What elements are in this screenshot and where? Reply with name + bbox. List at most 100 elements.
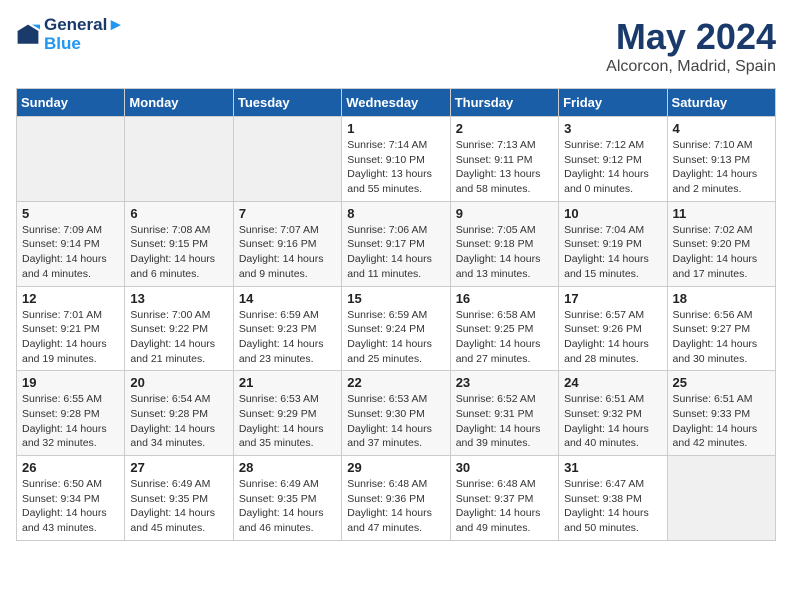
day-info: Sunrise: 7:08 AMSunset: 9:15 PMDaylight:…	[130, 223, 227, 282]
day-info: Sunrise: 6:52 AMSunset: 9:31 PMDaylight:…	[456, 392, 553, 451]
day-number: 1	[347, 121, 444, 136]
day-number: 16	[456, 291, 553, 306]
calendar-cell: 3 Sunrise: 7:12 AMSunset: 9:12 PMDaylight…	[559, 117, 667, 202]
day-info: Sunrise: 6:59 AMSunset: 9:24 PMDaylight:…	[347, 308, 444, 367]
day-number: 19	[22, 375, 119, 390]
calendar-cell: 11 Sunrise: 7:02 AMSunset: 9:20 PMDayligh…	[667, 201, 775, 286]
day-info: Sunrise: 6:56 AMSunset: 9:27 PMDaylight:…	[673, 308, 770, 367]
day-number: 26	[22, 460, 119, 475]
calendar-cell: 31 Sunrise: 6:47 AMSunset: 9:38 PMDayligh…	[559, 456, 667, 541]
day-number: 31	[564, 460, 661, 475]
weekday-header-sunday: Sunday	[17, 89, 125, 117]
day-number: 28	[239, 460, 336, 475]
calendar-cell: 18 Sunrise: 6:56 AMSunset: 9:27 PMDayligh…	[667, 286, 775, 371]
logo-text-line1: General►	[44, 16, 124, 35]
calendar-cell: 5 Sunrise: 7:09 AMSunset: 9:14 PMDaylight…	[17, 201, 125, 286]
calendar-cell: 7 Sunrise: 7:07 AMSunset: 9:16 PMDaylight…	[233, 201, 341, 286]
day-number: 24	[564, 375, 661, 390]
calendar-cell: 25 Sunrise: 6:51 AMSunset: 9:33 PMDayligh…	[667, 371, 775, 456]
logo-icon	[16, 23, 40, 47]
weekday-header-saturday: Saturday	[667, 89, 775, 117]
logo: General► Blue	[16, 16, 124, 53]
day-number: 11	[673, 206, 770, 221]
calendar-cell: 17 Sunrise: 6:57 AMSunset: 9:26 PMDayligh…	[559, 286, 667, 371]
day-number: 5	[22, 206, 119, 221]
logo-text-line2: Blue	[44, 35, 124, 54]
calendar-cell: 12Sunrise: 7:01 AMSunset: 9:21 PMDayligh…	[17, 286, 125, 371]
day-info: Sunrise: 6:50 AMSunset: 9:34 PMDaylight:…	[22, 477, 119, 536]
calendar-cell: 26 Sunrise: 6:50 AMSunset: 9:34 PMDayligh…	[17, 456, 125, 541]
calendar-table: SundayMondayTuesdayWednesdayThursdayFrid…	[16, 88, 776, 541]
day-number: 2	[456, 121, 553, 136]
calendar-cell: 21 Sunrise: 6:53 AMSunset: 9:29 PMDayligh…	[233, 371, 341, 456]
day-info: Sunrise: 6:48 AMSunset: 9:37 PMDaylight:…	[456, 477, 553, 536]
calendar-week-4: 19 Sunrise: 6:55 AMSunset: 9:28 PMDayligh…	[17, 371, 776, 456]
calendar-cell: 24 Sunrise: 6:51 AMSunset: 9:32 PMDayligh…	[559, 371, 667, 456]
day-number: 21	[239, 375, 336, 390]
day-number: 17	[564, 291, 661, 306]
weekday-header-tuesday: Tuesday	[233, 89, 341, 117]
calendar-cell: 30Sunrise: 6:48 AMSunset: 9:37 PMDayligh…	[450, 456, 558, 541]
calendar-cell	[233, 117, 341, 202]
day-info: Sunrise: 7:00 AMSunset: 9:22 PMDaylight:…	[130, 308, 227, 367]
calendar-cell: 1 Sunrise: 7:14 AMSunset: 9:10 PMDaylight…	[342, 117, 450, 202]
calendar-week-5: 26 Sunrise: 6:50 AMSunset: 9:34 PMDayligh…	[17, 456, 776, 541]
calendar-cell: 20 Sunrise: 6:54 AMSunset: 9:28 PMDayligh…	[125, 371, 233, 456]
day-number: 6	[130, 206, 227, 221]
calendar-cell: 10 Sunrise: 7:04 AMSunset: 9:19 PMDayligh…	[559, 201, 667, 286]
day-info: Sunrise: 7:12 AMSunset: 9:12 PMDaylight:…	[564, 138, 661, 197]
calendar-cell	[17, 117, 125, 202]
day-info: Sunrise: 7:06 AMSunset: 9:17 PMDaylight:…	[347, 223, 444, 282]
day-number: 14	[239, 291, 336, 306]
weekday-header-thursday: Thursday	[450, 89, 558, 117]
day-info: Sunrise: 7:14 AMSunset: 9:10 PMDaylight:…	[347, 138, 444, 197]
title-block: May 2024 Alcorcon, Madrid, Spain	[606, 16, 776, 76]
calendar-cell: 16Sunrise: 6:58 AMSunset: 9:25 PMDayligh…	[450, 286, 558, 371]
day-info: Sunrise: 7:02 AMSunset: 9:20 PMDaylight:…	[673, 223, 770, 282]
weekday-header-monday: Monday	[125, 89, 233, 117]
day-number: 8	[347, 206, 444, 221]
day-info: Sunrise: 6:54 AMSunset: 9:28 PMDaylight:…	[130, 392, 227, 451]
day-info: Sunrise: 7:09 AMSunset: 9:14 PMDaylight:…	[22, 223, 119, 282]
day-number: 23	[456, 375, 553, 390]
calendar-cell: 6 Sunrise: 7:08 AMSunset: 9:15 PMDaylight…	[125, 201, 233, 286]
day-info: Sunrise: 7:04 AMSunset: 9:19 PMDaylight:…	[564, 223, 661, 282]
calendar-cell: 23 Sunrise: 6:52 AMSunset: 9:31 PMDayligh…	[450, 371, 558, 456]
day-info: Sunrise: 7:07 AMSunset: 9:16 PMDaylight:…	[239, 223, 336, 282]
day-number: 20	[130, 375, 227, 390]
day-info: Sunrise: 6:57 AMSunset: 9:26 PMDaylight:…	[564, 308, 661, 367]
calendar-week-3: 12Sunrise: 7:01 AMSunset: 9:21 PMDayligh…	[17, 286, 776, 371]
calendar-cell: 15Sunrise: 6:59 AMSunset: 9:24 PMDayligh…	[342, 286, 450, 371]
day-number: 7	[239, 206, 336, 221]
day-info: Sunrise: 6:51 AMSunset: 9:32 PMDaylight:…	[564, 392, 661, 451]
month-title: May 2024	[606, 16, 776, 58]
calendar-cell: 8 Sunrise: 7:06 AMSunset: 9:17 PMDaylight…	[342, 201, 450, 286]
calendar-cell: 28Sunrise: 6:49 AMSunset: 9:35 PMDayligh…	[233, 456, 341, 541]
day-info: Sunrise: 7:10 AMSunset: 9:13 PMDaylight:…	[673, 138, 770, 197]
calendar-cell: 29 Sunrise: 6:48 AMSunset: 9:36 PMDayligh…	[342, 456, 450, 541]
day-number: 13	[130, 291, 227, 306]
day-number: 4	[673, 121, 770, 136]
weekday-header-wednesday: Wednesday	[342, 89, 450, 117]
day-info: Sunrise: 6:51 AMSunset: 9:33 PMDaylight:…	[673, 392, 770, 451]
day-info: Sunrise: 6:55 AMSunset: 9:28 PMDaylight:…	[22, 392, 119, 451]
day-info: Sunrise: 6:49 AMSunset: 9:35 PMDaylight:…	[130, 477, 227, 536]
calendar-cell: 27Sunrise: 6:49 AMSunset: 9:35 PMDayligh…	[125, 456, 233, 541]
calendar-body: 1 Sunrise: 7:14 AMSunset: 9:10 PMDaylight…	[17, 117, 776, 541]
day-number: 3	[564, 121, 661, 136]
day-number: 25	[673, 375, 770, 390]
day-number: 10	[564, 206, 661, 221]
day-number: 29	[347, 460, 444, 475]
day-info: Sunrise: 6:47 AMSunset: 9:38 PMDaylight:…	[564, 477, 661, 536]
day-info: Sunrise: 6:48 AMSunset: 9:36 PMDaylight:…	[347, 477, 444, 536]
calendar-cell: 13 Sunrise: 7:00 AMSunset: 9:22 PMDayligh…	[125, 286, 233, 371]
day-number: 18	[673, 291, 770, 306]
calendar-cell: 4 Sunrise: 7:10 AMSunset: 9:13 PMDaylight…	[667, 117, 775, 202]
calendar-week-2: 5 Sunrise: 7:09 AMSunset: 9:14 PMDaylight…	[17, 201, 776, 286]
weekday-header-friday: Friday	[559, 89, 667, 117]
page-header: General► Blue May 2024 Alcorcon, Madrid,…	[16, 16, 776, 76]
day-info: Sunrise: 6:59 AMSunset: 9:23 PMDaylight:…	[239, 308, 336, 367]
day-info: Sunrise: 6:53 AMSunset: 9:29 PMDaylight:…	[239, 392, 336, 451]
calendar-cell	[667, 456, 775, 541]
calendar-cell: 22Sunrise: 6:53 AMSunset: 9:30 PMDayligh…	[342, 371, 450, 456]
